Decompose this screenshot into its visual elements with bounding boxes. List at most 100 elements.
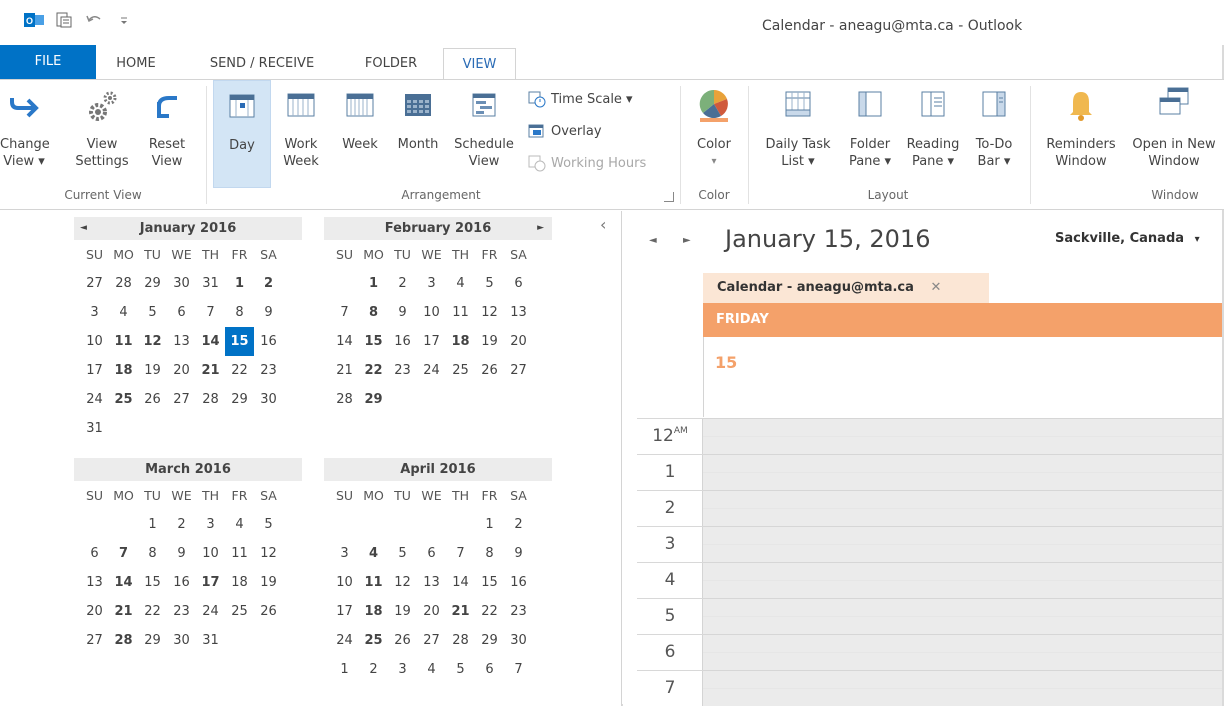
day-cell[interactable]: 10: [330, 568, 359, 597]
day-cell[interactable]: 31: [196, 626, 225, 655]
close-icon[interactable]: ✕: [930, 280, 941, 295]
day-cell[interactable]: 4: [359, 539, 388, 568]
day-cell[interactable]: 14: [109, 568, 138, 597]
day-cell[interactable]: 29: [475, 626, 504, 655]
day-cell[interactable]: 20: [417, 597, 446, 626]
day-cell[interactable]: 28: [109, 269, 138, 298]
day-cell[interactable]: 25: [225, 597, 254, 626]
time-slot[interactable]: [703, 616, 1222, 634]
reminders-window-button[interactable]: Reminders Window: [1038, 80, 1124, 188]
week-view-button[interactable]: Week: [336, 80, 384, 188]
day-cell[interactable]: 8: [475, 539, 504, 568]
day-cell[interactable]: 1: [359, 269, 388, 298]
day-cell[interactable]: 21: [446, 597, 475, 626]
day-cell[interactable]: 18: [359, 597, 388, 626]
day-cell[interactable]: 2: [359, 655, 388, 684]
tab-view[interactable]: VIEW: [443, 48, 516, 79]
day-cell[interactable]: 7: [196, 298, 225, 327]
day-cell[interactable]: 26: [475, 356, 504, 385]
customize-qat-icon[interactable]: [114, 10, 134, 30]
day-cell[interactable]: 15: [475, 568, 504, 597]
time-slot[interactable]: [703, 634, 1222, 652]
day-cell[interactable]: 20: [80, 597, 109, 626]
time-slot[interactable]: [703, 652, 1222, 670]
time-scale-button[interactable]: Time Scale ▾: [528, 90, 633, 108]
day-cell[interactable]: 6: [417, 539, 446, 568]
time-slot[interactable]: [703, 472, 1222, 490]
day-cell[interactable]: 19: [254, 568, 283, 597]
day-cell[interactable]: 17: [417, 327, 446, 356]
day-cell[interactable]: 31: [80, 414, 109, 443]
time-slot[interactable]: [703, 454, 1222, 472]
collapse-pane-icon[interactable]: ‹: [600, 215, 606, 234]
day-cell[interactable]: 2: [167, 510, 196, 539]
time-slot[interactable]: [703, 580, 1222, 598]
day-cell[interactable]: 22: [359, 356, 388, 385]
day-cell[interactable]: 28: [196, 385, 225, 414]
time-slot[interactable]: [703, 688, 1222, 706]
day-cell[interactable]: 24: [330, 626, 359, 655]
day-cell[interactable]: 9: [167, 539, 196, 568]
day-cell[interactable]: 31: [196, 269, 225, 298]
day-cell[interactable]: 6: [504, 269, 533, 298]
day-cell[interactable]: 23: [388, 356, 417, 385]
day-cell[interactable]: 18: [109, 356, 138, 385]
day-cell[interactable]: 25: [359, 626, 388, 655]
day-cell[interactable]: 9: [388, 298, 417, 327]
time-slot[interactable]: [703, 490, 1222, 508]
day-cell[interactable]: 3: [388, 655, 417, 684]
day-cell[interactable]: 6: [167, 298, 196, 327]
day-cell[interactable]: 13: [417, 568, 446, 597]
day-cell[interactable]: 16: [254, 327, 283, 356]
folder-pane-button[interactable]: Folder Pane ▾: [842, 80, 898, 188]
day-cell[interactable]: 29: [225, 385, 254, 414]
day-cell[interactable]: 11: [225, 539, 254, 568]
day-view-button[interactable]: Day: [213, 80, 271, 188]
day-cell[interactable]: 6: [80, 539, 109, 568]
day-cell[interactable]: 23: [167, 597, 196, 626]
time-slot[interactable]: [703, 562, 1222, 580]
day-cell[interactable]: 15: [359, 327, 388, 356]
day-cell[interactable]: 1: [330, 655, 359, 684]
day-cell[interactable]: 27: [504, 356, 533, 385]
day-cell[interactable]: 3: [80, 298, 109, 327]
day-cell[interactable]: 4: [225, 510, 254, 539]
day-cell[interactable]: 19: [388, 597, 417, 626]
day-cell[interactable]: 21: [196, 356, 225, 385]
previous-day-icon[interactable]: ◄: [649, 235, 657, 246]
day-cell[interactable]: 10: [417, 298, 446, 327]
day-cell[interactable]: 5: [254, 510, 283, 539]
time-slot[interactable]: [703, 418, 1222, 436]
day-cell[interactable]: 17: [196, 568, 225, 597]
day-cell[interactable]: 23: [504, 597, 533, 626]
day-cell[interactable]: 27: [167, 385, 196, 414]
day-cell[interactable]: 18: [225, 568, 254, 597]
day-cell[interactable]: 13: [167, 327, 196, 356]
day-cell[interactable]: 24: [417, 356, 446, 385]
day-cell[interactable]: 27: [417, 626, 446, 655]
day-cell[interactable]: 16: [504, 568, 533, 597]
time-slot[interactable]: [703, 436, 1222, 454]
time-slot[interactable]: [703, 526, 1222, 544]
weather-location-dropdown[interactable]: Sackville, Canada ▾: [1055, 231, 1200, 246]
outlook-logo-icon[interactable]: O: [24, 10, 44, 30]
day-cell[interactable]: 17: [80, 356, 109, 385]
day-cell[interactable]: 1: [138, 510, 167, 539]
reset-view-button[interactable]: Reset View: [144, 80, 190, 188]
day-cell[interactable]: 26: [388, 626, 417, 655]
day-cell[interactable]: 12: [138, 327, 167, 356]
day-cell[interactable]: 25: [446, 356, 475, 385]
day-cell[interactable]: 3: [196, 510, 225, 539]
day-cell[interactable]: 10: [80, 327, 109, 356]
schedule-view-button[interactable]: Schedule View: [450, 80, 518, 188]
day-cell[interactable]: 15: [138, 568, 167, 597]
all-day-area[interactable]: [703, 337, 1222, 417]
work-week-button[interactable]: Work Week: [276, 80, 326, 188]
day-cell[interactable]: 25: [109, 385, 138, 414]
day-cell[interactable]: 30: [254, 385, 283, 414]
day-cell[interactable]: 8: [359, 298, 388, 327]
day-cell[interactable]: 5: [475, 269, 504, 298]
day-cell[interactable]: 5: [388, 539, 417, 568]
day-cell[interactable]: 2: [388, 269, 417, 298]
day-cell[interactable]: 2: [504, 510, 533, 539]
